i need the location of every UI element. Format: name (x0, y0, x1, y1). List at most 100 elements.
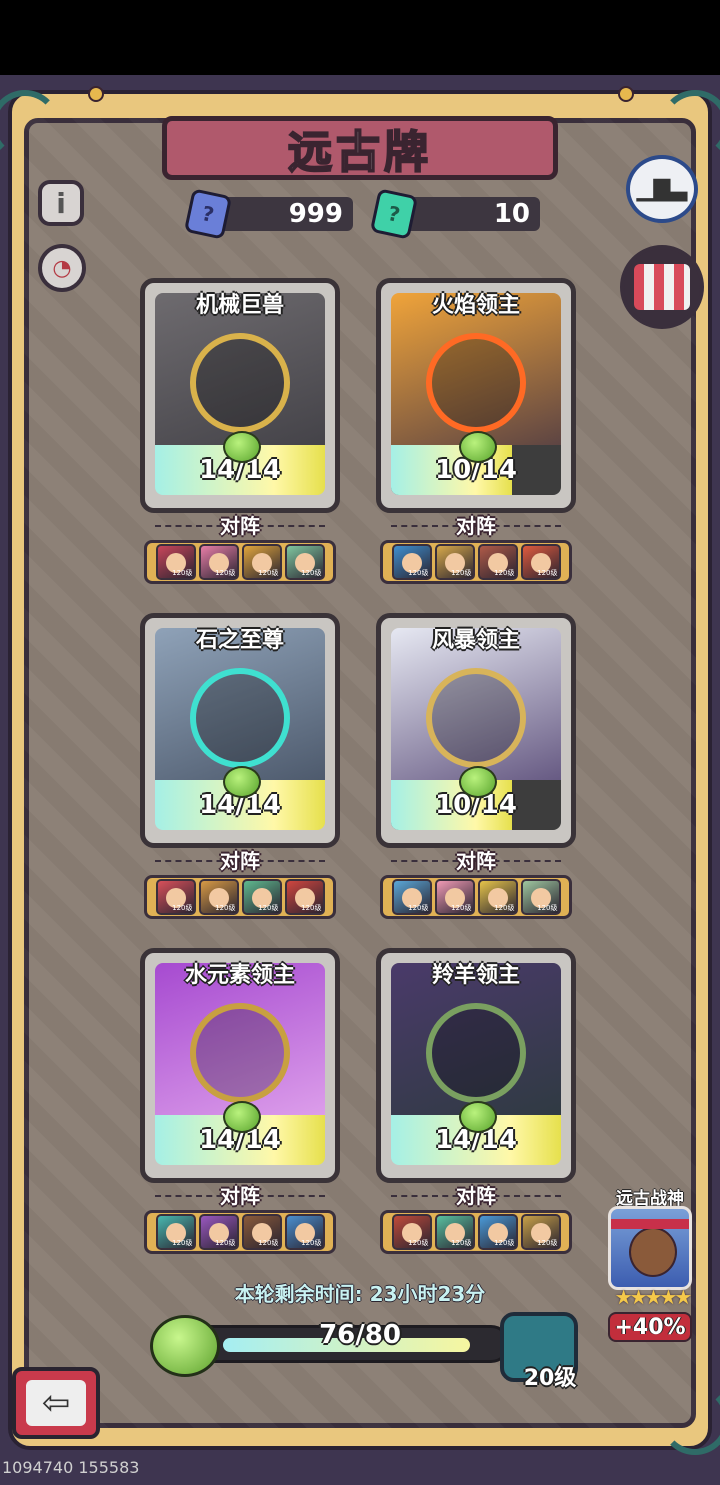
ancient-card[interactable]: 羚羊领主 14/14 (376, 948, 576, 1183)
hero-portrait[interactable]: 120级 (391, 879, 432, 915)
hero-portrait[interactable]: 120级 (155, 879, 196, 915)
blue-gem-value: 999 (288, 199, 343, 229)
hero-level: 120级 (215, 904, 236, 912)
board-panel (24, 118, 696, 1428)
hero-level: 120级 (301, 569, 322, 577)
hero-portrait[interactable]: 120级 (198, 544, 239, 580)
hero-portrait[interactable]: 120级 (155, 1214, 196, 1250)
watermark: 1094740 155583 (2, 1458, 140, 1477)
card-name: 石之至尊 (195, 628, 284, 653)
hero-portrait[interactable]: 120级 (198, 1214, 239, 1250)
enemy-lineup[interactable]: 120级 120级 120级 120级 (380, 1210, 572, 1254)
bonus-hero-portrait[interactable] (608, 1206, 692, 1290)
hero-level: 120级 (537, 569, 558, 577)
enemy-lineup[interactable]: 120级 120级 120级 120级 (144, 875, 336, 919)
hero-level: 120级 (301, 1239, 322, 1247)
title-plate: 远古牌 (162, 116, 558, 180)
lineup-label: 对阵 (220, 1184, 260, 1208)
timer-icon: ◔ (52, 255, 72, 281)
ancient-card[interactable]: 火焰领主 10/14 (376, 278, 576, 513)
hero-level: 120级 (494, 1239, 515, 1247)
hero-portrait[interactable]: 120级 (391, 544, 432, 580)
stud (618, 86, 634, 102)
hero-portrait[interactable]: 120级 (241, 879, 282, 915)
seed-icon (459, 1101, 497, 1133)
hero-portrait[interactable]: 120级 (434, 1214, 475, 1250)
lineup-label: 对阵 (456, 1184, 496, 1208)
shop-icon (634, 264, 690, 310)
back-button[interactable]: ⇦ (12, 1367, 100, 1439)
enemy-lineup[interactable]: 120级 120级 120级 120级 (144, 540, 336, 584)
hero-portrait[interactable]: 120级 (391, 1214, 432, 1250)
stud (88, 86, 104, 102)
hero-portrait[interactable]: 120级 (477, 879, 518, 915)
hero-level: 120级 (537, 904, 558, 912)
hero-level: 120级 (537, 1239, 558, 1247)
history-button[interactable]: ◔ (38, 244, 86, 292)
hero-portrait[interactable]: 120级 (284, 1214, 325, 1250)
hero-level: 120级 (494, 569, 515, 577)
hero-level: 120级 (494, 904, 515, 912)
seed-icon (459, 766, 497, 798)
hero-portrait[interactable]: 120级 (520, 879, 561, 915)
hero-portrait[interactable]: 120级 (520, 1214, 561, 1250)
hero-portrait[interactable]: 120级 (434, 879, 475, 915)
card-name: 羚羊领主 (431, 963, 520, 988)
lineup-label: 对阵 (456, 514, 496, 538)
card-creature (426, 1003, 526, 1103)
hero-portrait[interactable]: 120级 (241, 544, 282, 580)
hero-level: 120级 (215, 569, 236, 577)
hero-level: 120级 (301, 904, 322, 912)
hero-level: 120级 (408, 1239, 429, 1247)
chest-level: 20级 (523, 1366, 577, 1391)
hero-level: 120级 (215, 1239, 236, 1247)
ancient-card[interactable]: 风暴领主 10/14 (376, 613, 576, 848)
hero-portrait[interactable]: 120级 (434, 544, 475, 580)
hero-portrait[interactable]: 120级 (284, 879, 325, 915)
ancient-card[interactable]: 机械巨兽 14/14 (140, 278, 340, 513)
hero-portrait[interactable]: 120级 (520, 544, 561, 580)
card-name: 水元素领主 (184, 963, 295, 988)
hero-portrait[interactable]: 120级 (198, 879, 239, 915)
card-creature (426, 668, 526, 768)
ancient-card[interactable]: 水元素领主 14/14 (140, 948, 340, 1183)
hero-level: 120级 (451, 1239, 472, 1247)
card-creature (190, 333, 290, 433)
enemy-lineup[interactable]: 120级 120级 120级 120级 (144, 1210, 336, 1254)
hero-level: 120级 (258, 904, 279, 912)
bonus-hero-stars: ★★★★★ (614, 1285, 693, 1309)
ancient-card[interactable]: 石之至尊 14/14 (140, 613, 340, 848)
hero-portrait[interactable]: 120级 (477, 544, 518, 580)
card-creature (190, 1003, 290, 1103)
hero-portrait[interactable]: 120级 (155, 544, 196, 580)
card-creature (426, 333, 526, 433)
hero-level: 120级 (258, 1239, 279, 1247)
card-creature (190, 668, 290, 768)
info-icon: i (56, 186, 66, 220)
page-title: 远古牌 (287, 126, 432, 179)
hero-portrait[interactable]: 120级 (477, 1214, 518, 1250)
seed-icon (459, 431, 497, 463)
hero-portrait[interactable]: 120级 (284, 544, 325, 580)
enemy-lineup[interactable]: 120级 120级 120级 120级 (380, 540, 572, 584)
shop-button[interactable] (620, 245, 704, 329)
podium-icon: ▁▇▃ (636, 176, 688, 202)
seed-icon (223, 766, 261, 798)
ranking-button[interactable]: ▁▇▃ (626, 155, 698, 223)
blue-gem-counter: 999 (215, 197, 353, 231)
hero-level: 120级 (258, 569, 279, 577)
green-gem-value: 10 (493, 199, 530, 229)
green-gem-counter: 10 (402, 197, 540, 231)
hero-level: 120级 (172, 569, 193, 577)
info-button[interactable]: i (38, 180, 84, 226)
hero-level: 120级 (172, 1239, 193, 1247)
card-name: 机械巨兽 (195, 293, 284, 318)
seed-icon (223, 431, 261, 463)
enemy-lineup[interactable]: 120级 120级 120级 120级 (380, 875, 572, 919)
lineup-label: 对阵 (456, 849, 496, 873)
hero-level: 120级 (172, 904, 193, 912)
hero-portrait[interactable]: 120级 (241, 1214, 282, 1250)
lineup-label: 对阵 (220, 849, 260, 873)
back-arrow-icon: ⇦ (26, 1380, 86, 1426)
lineup-label: 对阵 (220, 514, 260, 538)
